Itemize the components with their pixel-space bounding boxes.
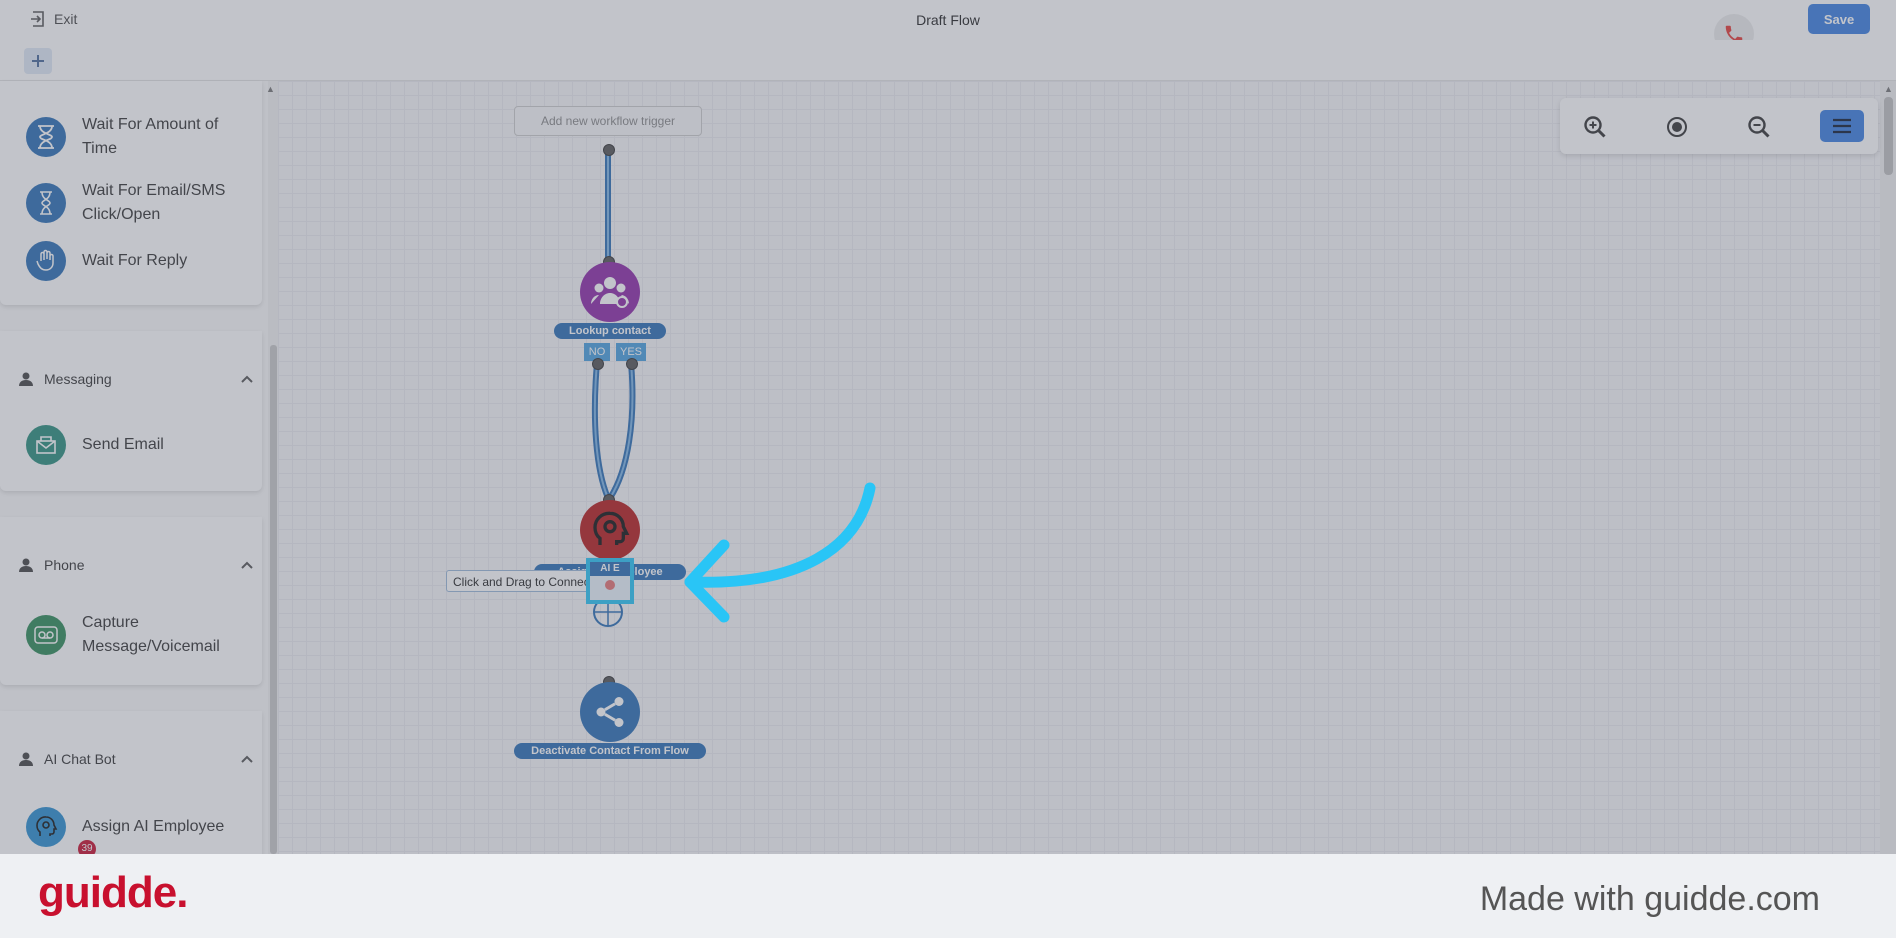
pointer-arrow: [684, 482, 876, 623]
brand-logo: guidde.: [38, 868, 188, 917]
footer: guidde. Made with guidde.com: [0, 854, 1896, 938]
made-with-text: Made with guidde.com: [1479, 880, 1820, 918]
